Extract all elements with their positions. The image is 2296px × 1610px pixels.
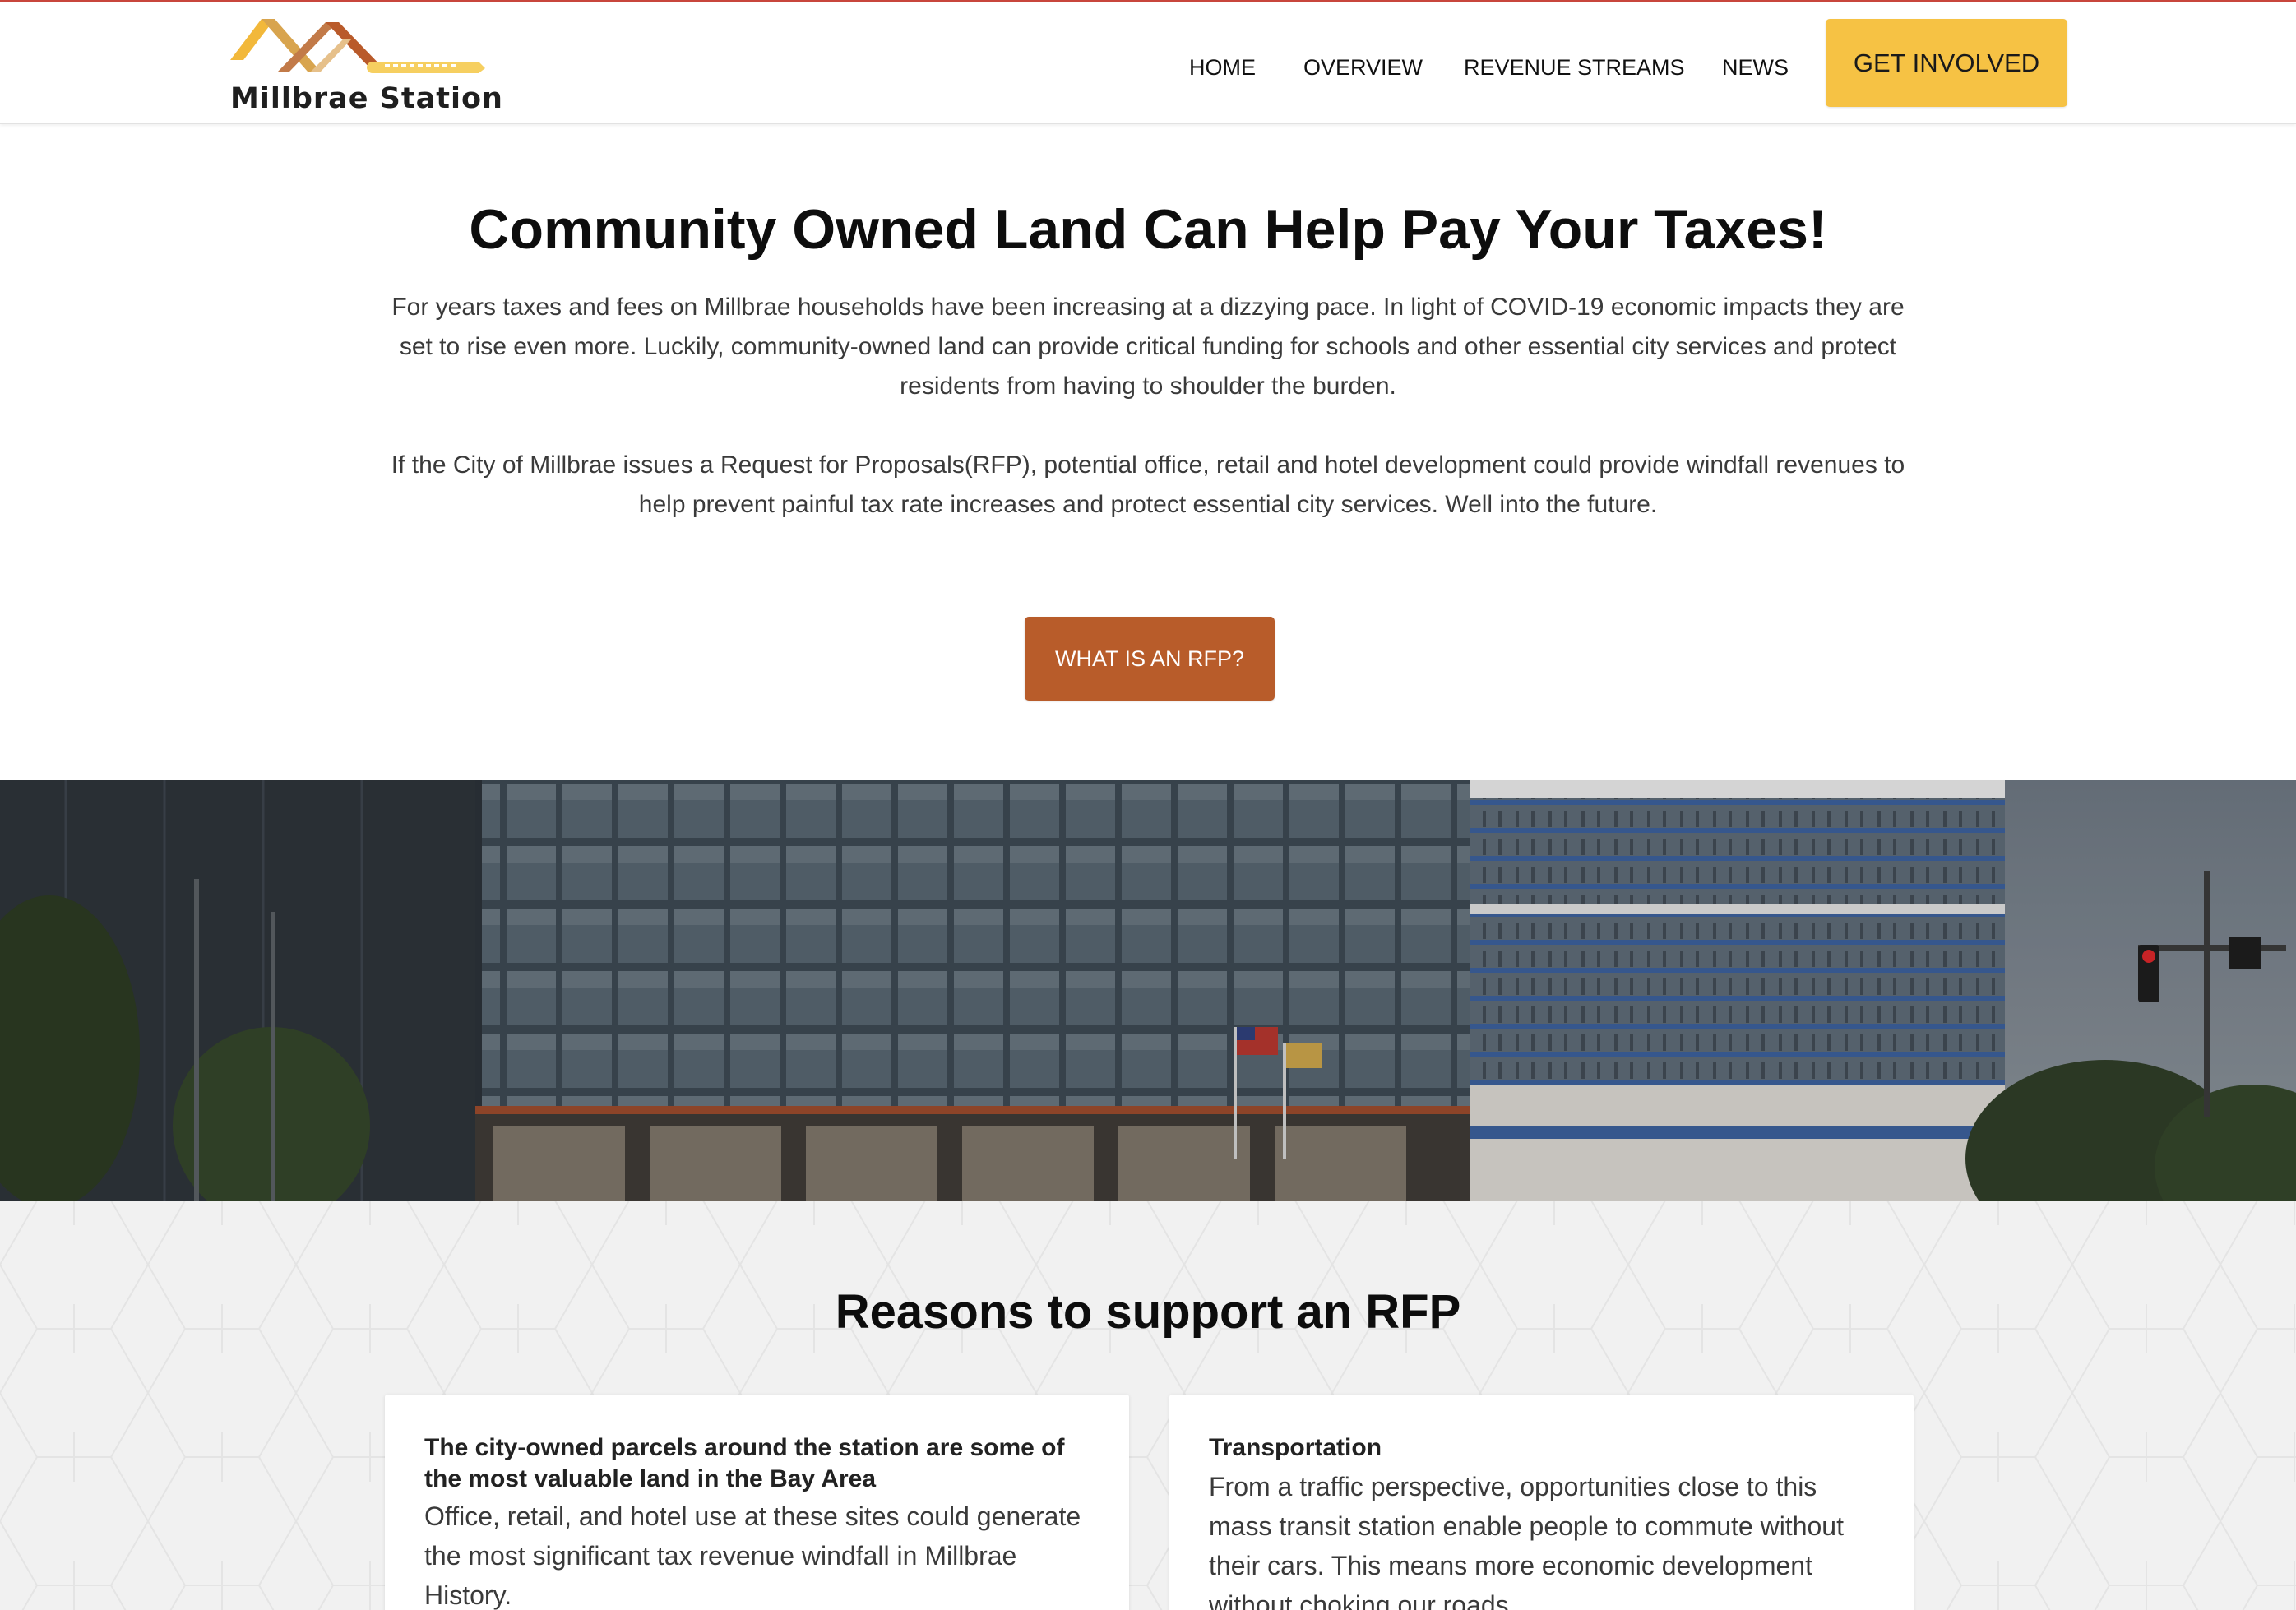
logo-text: Millbrae Station — [230, 82, 503, 115]
reason-card-body: From a traffic perspective, opportunitie… — [1209, 1472, 1844, 1610]
nav-overview[interactable]: OVERVIEW — [1303, 55, 1423, 81]
mountain-train-logo-icon — [230, 19, 485, 73]
hexagon-pattern-background — [0, 1201, 2296, 1610]
nav-home[interactable]: HOME — [1189, 55, 1256, 81]
reason-card-valuable-land: The city-owned parcels around the statio… — [385, 1395, 1129, 1610]
what-is-rfp-button[interactable]: WHAT IS AN RFP? — [1025, 617, 1275, 701]
building-rendering-image — [0, 780, 2296, 1201]
hero-paragraph-2: If the City of Millbrae issues a Request… — [391, 451, 1905, 518]
nav-revenue-streams[interactable]: REVENUE STREAMS — [1464, 55, 1685, 81]
reason-card-transportation: Transportation From a traffic perspectiv… — [1169, 1395, 1914, 1610]
reason-card-body: Office, retail, and hotel use at these s… — [424, 1501, 1081, 1610]
nav-news[interactable]: NEWS — [1722, 55, 1789, 81]
site-header: Millbrae Station HOME OVERVIEW REVENUE S… — [0, 2, 2296, 124]
hero-title: Community Owned Land Can Help Pay Your T… — [469, 198, 1827, 261]
get-involved-button[interactable]: GET INVOLVED — [1826, 19, 2067, 107]
reasons-title: Reasons to support an RFP — [835, 1285, 1461, 1339]
reason-card-title: Transportation — [1209, 1434, 1382, 1461]
hero-paragraph-1: For years taxes and fees on Millbrae hou… — [391, 294, 1905, 400]
reason-card-title: The city-owned parcels around the statio… — [424, 1434, 1065, 1492]
reasons-section: Reasons to support an RFP The city-owned… — [0, 1201, 2296, 1610]
site-logo[interactable]: Millbrae Station — [229, 14, 502, 121]
